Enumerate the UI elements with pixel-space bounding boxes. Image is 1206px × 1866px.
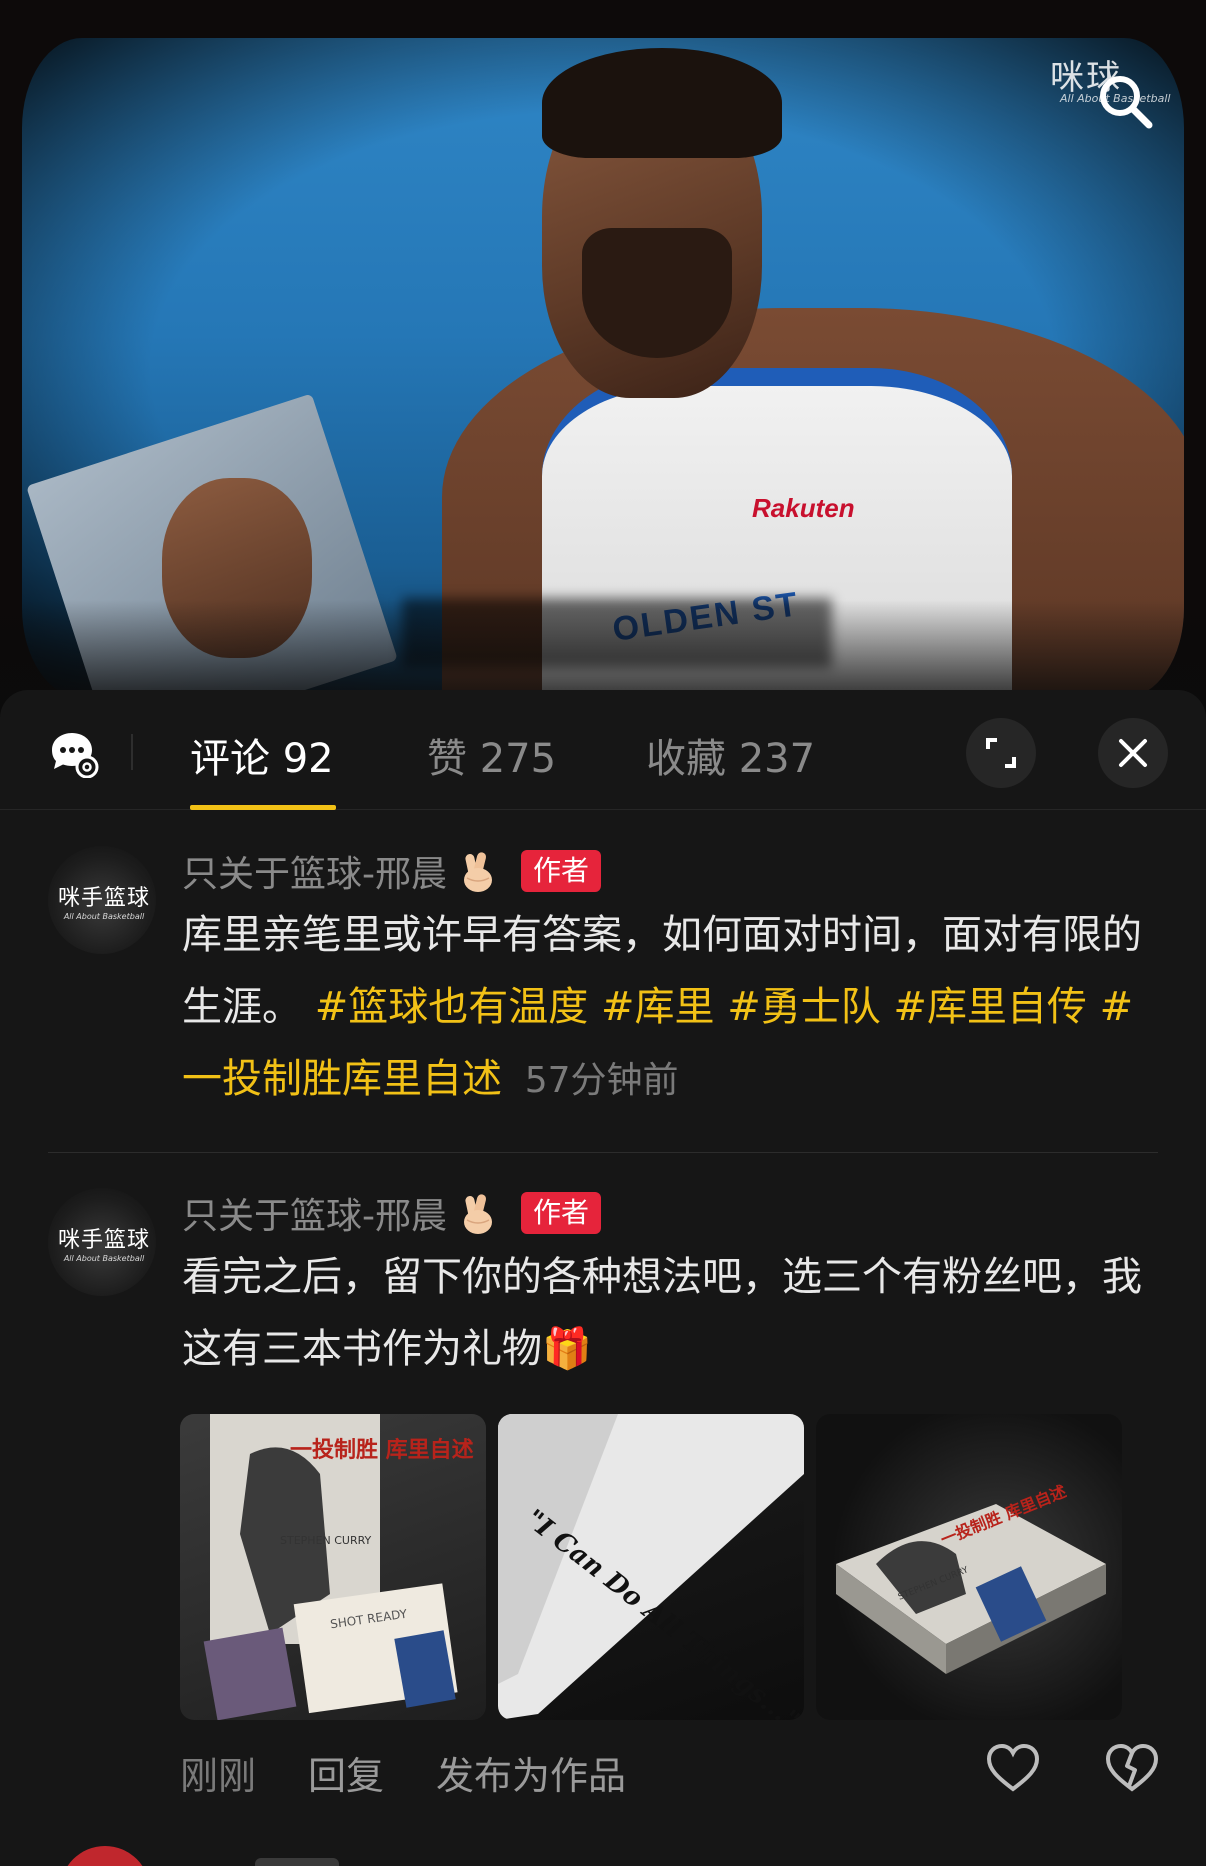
hashtag-link[interactable]: #库里 xyxy=(601,984,715,1030)
avatar-subtext: All About Basketball xyxy=(63,1254,145,1263)
comment-actions: 刚刚 回复 发布为作品 xyxy=(180,1745,626,1800)
comment-image[interactable]: 一投制胜 库里自述 STEPHEN CURRY xyxy=(816,1414,1122,1720)
heart-icon[interactable] xyxy=(985,1742,1041,1794)
video-player[interactable]: Rakuten OLDEN ST 咪球 All About Basketball xyxy=(0,0,1206,720)
search-button[interactable] xyxy=(1090,66,1160,136)
author-badge: 作者 xyxy=(521,1192,602,1234)
book-title: 一投制胜 库里自述 xyxy=(290,1438,474,1463)
avatar-text: 咪手篮球 xyxy=(58,1228,151,1253)
close-button[interactable] xyxy=(1098,718,1168,788)
comment-divider xyxy=(48,1152,1158,1153)
chat-bubble-icon[interactable] xyxy=(48,730,100,778)
player-hair xyxy=(542,48,782,158)
publish-as-work-button[interactable]: 发布为作品 xyxy=(436,1745,626,1800)
page: Rakuten OLDEN ST 咪球 All About Basketball xyxy=(0,0,1206,1866)
tab-comments[interactable]: 评论 92 xyxy=(190,726,334,784)
next-comment-badge xyxy=(255,1858,339,1866)
open-book-photo xyxy=(498,1414,804,1720)
comment-image[interactable]: "I Can Do All Things..." xyxy=(498,1414,804,1720)
book-author: STEPHEN CURRY xyxy=(280,1534,372,1547)
comment-text: 看完之后，留下你的各种想法吧，选三个有粉丝吧，我这有三本书作为礼物🎁 xyxy=(182,1241,1162,1385)
comment-username[interactable]: 只关于篮球-邢晨 xyxy=(182,1187,447,1239)
tabs-bar: 评论 92 赞 275 收藏 237 xyxy=(0,690,1206,810)
player-beard xyxy=(582,228,732,358)
tab-likes[interactable]: 赞 275 xyxy=(427,726,556,784)
avatar-text: 咪手篮球 xyxy=(58,886,151,911)
book-box-photo xyxy=(836,1504,1106,1674)
comment-time: 57分钟前 xyxy=(524,1060,679,1101)
author-badge: 作者 xyxy=(521,850,602,892)
comment-body: 看完之后，留下你的各种想法吧，选三个有粉丝吧，我这有三本书作为礼物🎁 xyxy=(182,1254,1142,1372)
comment-image[interactable]: 一投制胜 库里自述 STEPHEN CURRY SHOT READY xyxy=(180,1414,486,1720)
comment-time: 刚刚 xyxy=(180,1754,257,1798)
comment-text: 库里亲笔里或许早有答案，如何面对时间，面对有限的生涯。 #篮球也有温度 #库里 … xyxy=(182,899,1162,1117)
hashtag-link[interactable]: #篮球也有温度 xyxy=(315,984,589,1030)
expand-button[interactable] xyxy=(966,718,1036,788)
jersey-brand: Rakuten xyxy=(752,493,855,523)
comment-header: 只关于篮球-邢晨 作者 xyxy=(182,1187,602,1239)
crossed-fingers-icon xyxy=(464,852,492,892)
close-icon xyxy=(1119,739,1147,767)
tab-separator xyxy=(131,734,133,770)
hashtag-link[interactable]: #勇士队 xyxy=(727,984,881,1030)
avatar-subtext: All About Basketball xyxy=(63,912,145,921)
video-frame: Rakuten OLDEN ST xyxy=(22,38,1184,698)
comment-images: 一投制胜 库里自述 STEPHEN CURRY SHOT READY "I Ca… xyxy=(180,1414,1122,1720)
search-icon xyxy=(1100,76,1153,129)
expand-icon xyxy=(986,738,1016,768)
avatar[interactable]: 咪手篮球 All About Basketball xyxy=(48,846,156,954)
comment-header: 只关于篮球-邢晨 作者 xyxy=(182,845,602,897)
tab-favorites[interactable]: 收藏 237 xyxy=(646,726,815,784)
broken-heart-icon[interactable] xyxy=(1104,1742,1160,1794)
active-tab-underline xyxy=(190,805,336,810)
crossed-fingers-icon xyxy=(464,1194,492,1234)
avatar[interactable]: 咪手篮球 All About Basketball xyxy=(48,1188,156,1296)
hashtag-link[interactable]: #库里自传 xyxy=(893,984,1087,1030)
comment-username[interactable]: 只关于篮球-邢晨 xyxy=(182,845,447,897)
reply-button[interactable]: 回复 xyxy=(308,1745,384,1800)
